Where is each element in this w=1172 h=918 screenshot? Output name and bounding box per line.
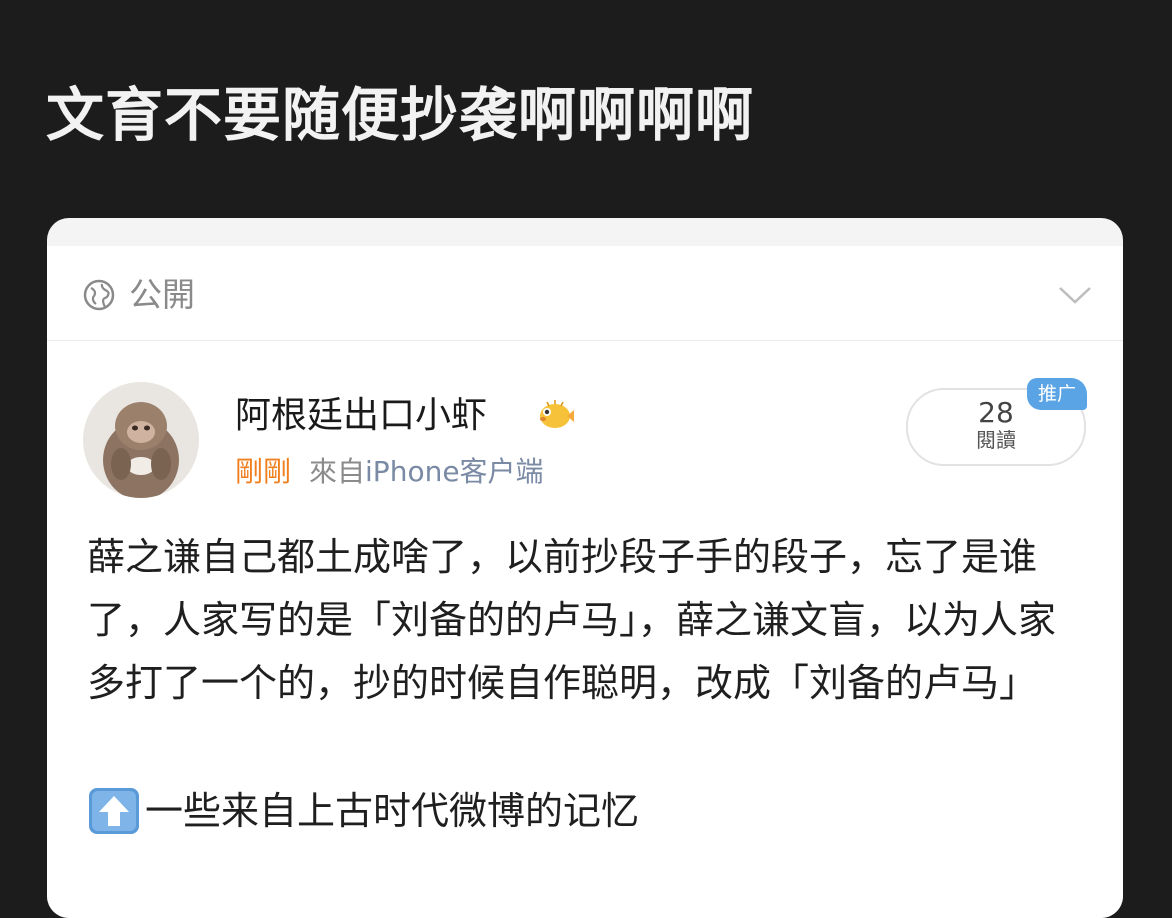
post-source-prefix: 來自	[309, 455, 366, 488]
globe-icon	[83, 279, 115, 311]
post-username[interactable]: 阿根廷出口小虾	[235, 392, 487, 440]
post-text: 薛之谦自己都土成啥了，以前抄段子手的段子，忘了是谁了，人家写的是「刘备的的卢马」…	[87, 526, 1087, 715]
visibility-label: 公開	[129, 275, 195, 314]
promo-badge[interactable]: 推广	[1027, 378, 1087, 410]
chevron-down-icon[interactable]	[1057, 284, 1093, 306]
post-source-device[interactable]: iPhone客户端	[365, 455, 544, 488]
up-arrow-emoji-icon	[89, 787, 139, 834]
post-footnote-text: 一些来自上古时代微博的记忆	[145, 789, 640, 833]
pufferfish-emoji-icon	[540, 400, 574, 428]
post-meta: 剛剛 來自iPhone客户端	[235, 452, 544, 492]
read-label: 閱讀	[976, 428, 1016, 452]
page-headline: 文育不要随便抄袭啊啊啊啊	[46, 81, 755, 149]
visibility-selector[interactable]: 公開	[47, 246, 1123, 341]
post-card: 公開 阿根廷出口小虾 剛剛 來自iPhone客户端 28 閱讀 推广 薛之谦自己…	[47, 218, 1123, 918]
avatar[interactable]	[83, 382, 199, 498]
post-time: 剛剛	[235, 455, 292, 488]
post-card-body: 公開 阿根廷出口小虾 剛剛 來自iPhone客户端 28 閱讀 推广 薛之谦自己…	[47, 246, 1123, 918]
post-body-text: 薛之谦自己都土成啥了，以前抄段子手的段子，忘了是谁了，人家写的是「刘备的的卢马」…	[87, 535, 1057, 705]
post-footnote: 一些来自上古时代微博的记忆	[87, 780, 639, 843]
